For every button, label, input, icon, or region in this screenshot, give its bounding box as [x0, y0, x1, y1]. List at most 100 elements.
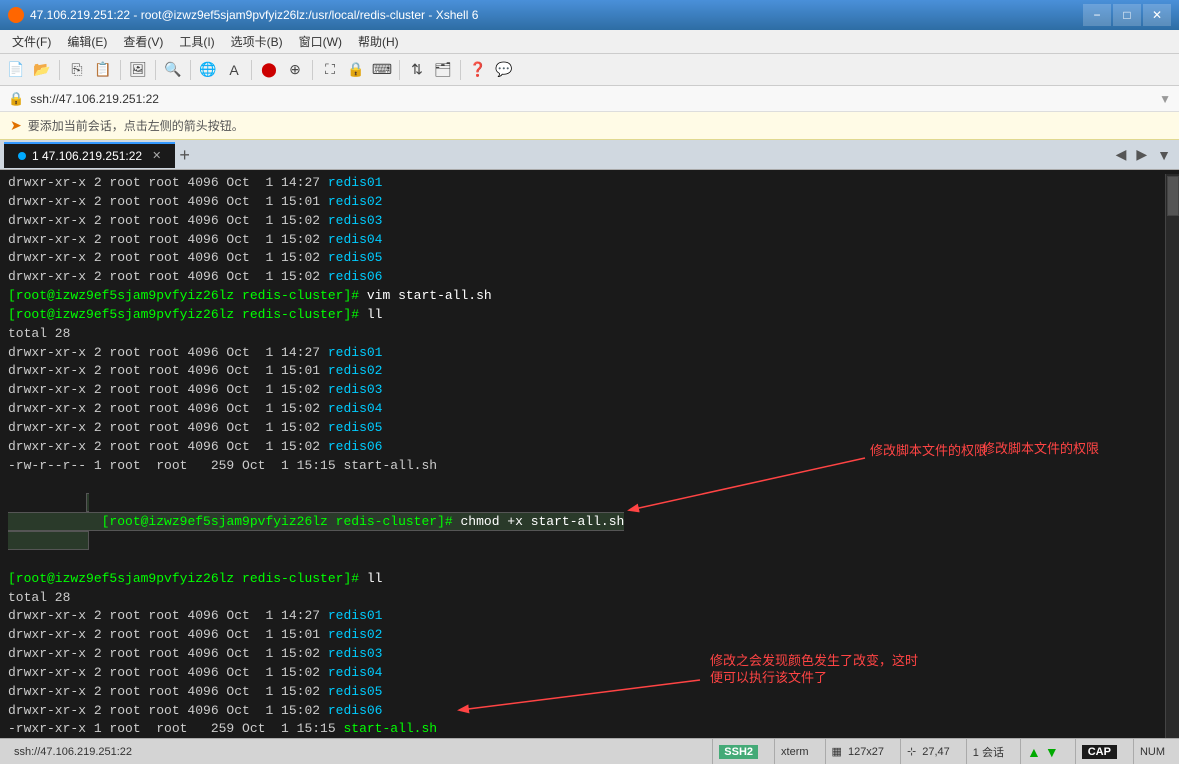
app-icon: [8, 7, 24, 23]
up-arrow-icon: ▲: [1027, 744, 1041, 760]
status-arrows: ▲ ▼: [1020, 739, 1065, 764]
add-tab-button[interactable]: +: [179, 146, 190, 164]
help-button[interactable]: ❓: [466, 58, 490, 82]
title-bar: 47.106.219.251:22 - root@izwz9ef5sjam9pv…: [0, 0, 1179, 30]
tab-next-button[interactable]: ▶: [1132, 144, 1151, 165]
list-item: drwxr-xr-x 2 root root 4096 Oct 1 15:02 …: [8, 381, 1167, 400]
menu-edit[interactable]: 编辑(E): [59, 31, 115, 52]
tab-close-button[interactable]: ✕: [152, 149, 161, 162]
list-item: drwxr-xr-x 2 root root 4096 Oct 1 15:02 …: [8, 419, 1167, 438]
toolbar-separator-1: [59, 60, 60, 80]
status-position: ⊹ 27,47: [900, 739, 956, 764]
lock-icon: 🔒: [8, 91, 24, 107]
address-dropdown-icon[interactable]: ▼: [1159, 92, 1171, 106]
tab-navigation: ◀ ▶ ▼: [1112, 144, 1175, 165]
font-button[interactable]: A: [222, 58, 246, 82]
status-protocol: SSH2: [712, 739, 764, 764]
terminal-output: total 28: [8, 589, 1167, 608]
cap-indicator: CAP: [1082, 745, 1117, 759]
terminal-wrapper: drwxr-xr-x 2 root root 4096 Oct 1 14:27 …: [0, 170, 1179, 738]
menu-tools[interactable]: 工具(I): [171, 31, 222, 52]
terminal-scroll[interactable]: drwxr-xr-x 2 root root 4096 Oct 1 14:27 …: [8, 174, 1171, 734]
active-tab[interactable]: 1 47.106.219.251:22 ✕: [4, 142, 175, 168]
list-item: drwxr-xr-x 2 root root 4096 Oct 1 15:02 …: [8, 212, 1167, 231]
transfer-button[interactable]: ⇅: [405, 58, 429, 82]
position-text: 27,47: [922, 746, 950, 758]
chat-button[interactable]: 💬: [492, 58, 516, 82]
tab-prev-button[interactable]: ◀: [1112, 144, 1131, 165]
status-cap: CAP: [1075, 739, 1123, 764]
encoding-text: xterm: [781, 746, 809, 758]
paste-button[interactable]: 📋: [91, 58, 115, 82]
list-item: drwxr-xr-x 2 root root 4096 Oct 1 14:27 …: [8, 607, 1167, 626]
toolbar-separator-7: [399, 60, 400, 80]
num-indicator: NUM: [1140, 746, 1165, 758]
scrollbar-thumb[interactable]: [1167, 176, 1179, 216]
toolbar-separator-3: [155, 60, 156, 80]
list-item: drwxr-xr-x 2 root root 4096 Oct 1 15:02 …: [8, 683, 1167, 702]
sftp-button[interactable]: 🗂: [431, 58, 455, 82]
list-item: drwxr-xr-x 2 root root 4096 Oct 1 15:02 …: [8, 702, 1167, 721]
list-item: drwxr-xr-x 2 root root 4096 Oct 1 15:02 …: [8, 438, 1167, 457]
status-encoding: xterm: [774, 739, 815, 764]
menu-view[interactable]: 查看(V): [115, 31, 171, 52]
new-session-button[interactable]: 📄: [4, 58, 28, 82]
list-item: drwxr-xr-x 2 root root 4096 Oct 1 14:27 …: [8, 344, 1167, 363]
toolbar-separator-5: [251, 60, 252, 80]
fullscreen-button[interactable]: ⛶: [318, 58, 342, 82]
open-button[interactable]: 📂: [30, 58, 54, 82]
dimensions-text: 127x27: [848, 746, 884, 758]
notification-bar: ➤ 要添加当前会话，点击左侧的箭头按钮。: [0, 112, 1179, 140]
list-item: -rwxr-xr-x 1 root root 259 Oct 1 15:15 s…: [8, 720, 1167, 734]
list-item: drwxr-xr-x 2 root root 4096 Oct 1 15:02 …: [8, 249, 1167, 268]
toolbar-separator-8: [460, 60, 461, 80]
list-item: drwxr-xr-x 2 root root 4096 Oct 1 15:02 …: [8, 664, 1167, 683]
toolbar-separator-6: [312, 60, 313, 80]
tab-status-dot: [18, 152, 26, 160]
sessions-text: 1 会话: [973, 744, 1004, 760]
position-icon: ⊹: [907, 745, 916, 758]
close-button[interactable]: ✕: [1143, 4, 1171, 26]
menu-tabs[interactable]: 选项卡(B): [223, 31, 291, 52]
terminal-command-line: [root@izwz9ef5sjam9pvfyiz26lz redis-clus…: [8, 570, 1167, 589]
list-item: drwxr-xr-x 2 root root 4096 Oct 1 15:01 …: [8, 362, 1167, 381]
menu-file[interactable]: 文件(F): [4, 31, 59, 52]
terminal-command-highlight: [root@izwz9ef5sjam9pvfyiz26lz redis-clus…: [8, 476, 1167, 570]
menu-window[interactable]: 窗口(W): [291, 31, 350, 52]
status-bar: ssh://47.106.219.251:22 SSH2 xterm ▦ 127…: [0, 738, 1179, 764]
screenshot-button[interactable]: 🖼: [126, 58, 150, 82]
notification-arrow-icon: ➤: [10, 117, 22, 134]
toolbar-separator-2: [120, 60, 121, 80]
minimize-button[interactable]: −: [1083, 4, 1111, 26]
search-button[interactable]: 🔍: [161, 58, 185, 82]
status-num: NUM: [1133, 739, 1171, 764]
address-input[interactable]: [30, 92, 1155, 106]
lock-button[interactable]: 🔒: [344, 58, 368, 82]
tab-menu-button[interactable]: ▼: [1153, 144, 1175, 165]
list-item: drwxr-xr-x 2 root root 4096 Oct 1 15:01 …: [8, 626, 1167, 645]
list-item: drwxr-xr-x 2 root root 4096 Oct 1 15:02 …: [8, 645, 1167, 664]
red-circle-button[interactable]: ⬤: [257, 58, 281, 82]
status-sessions: 1 会话: [966, 739, 1010, 764]
address-bar: 🔒 ▼: [0, 86, 1179, 112]
tab-label: 1 47.106.219.251:22: [32, 149, 142, 163]
terminal[interactable]: drwxr-xr-x 2 root root 4096 Oct 1 14:27 …: [0, 170, 1179, 738]
list-item: drwxr-xr-x 2 root root 4096 Oct 1 15:02 …: [8, 400, 1167, 419]
terminal-command-line: [root@izwz9ef5sjam9pvfyiz26lz redis-clus…: [8, 306, 1167, 325]
toolbar: 📄 📂 ⎘ 📋 🖼 🔍 🌐 A ⬤ ⊕ ⛶ 🔒 ⌨ ⇅ 🗂 ❓ 💬: [0, 54, 1179, 86]
down-arrow-icon: ▼: [1045, 744, 1059, 760]
window-controls: − □ ✕: [1083, 4, 1171, 26]
globe-button[interactable]: 🌐: [196, 58, 220, 82]
status-dimensions: ▦ 127x27: [825, 739, 891, 764]
toolbar-separator-4: [190, 60, 191, 80]
terminal-command-line: [root@izwz9ef5sjam9pvfyiz26lz redis-clus…: [8, 287, 1167, 306]
list-item: drwxr-xr-x 2 root root 4096 Oct 1 15:02 …: [8, 231, 1167, 250]
list-item: drwxr-xr-x 2 root root 4096 Oct 1 14:27 …: [8, 174, 1167, 193]
list-item: drwxr-xr-x 2 root root 4096 Oct 1 15:02 …: [8, 268, 1167, 287]
scrollbar-track[interactable]: [1165, 174, 1179, 738]
copy-button[interactable]: ⎘: [65, 58, 89, 82]
menu-help[interactable]: 帮助(H): [350, 31, 407, 52]
maximize-button[interactable]: □: [1113, 4, 1141, 26]
macro-button[interactable]: ⊕: [283, 58, 307, 82]
keyboard-button[interactable]: ⌨: [370, 58, 394, 82]
